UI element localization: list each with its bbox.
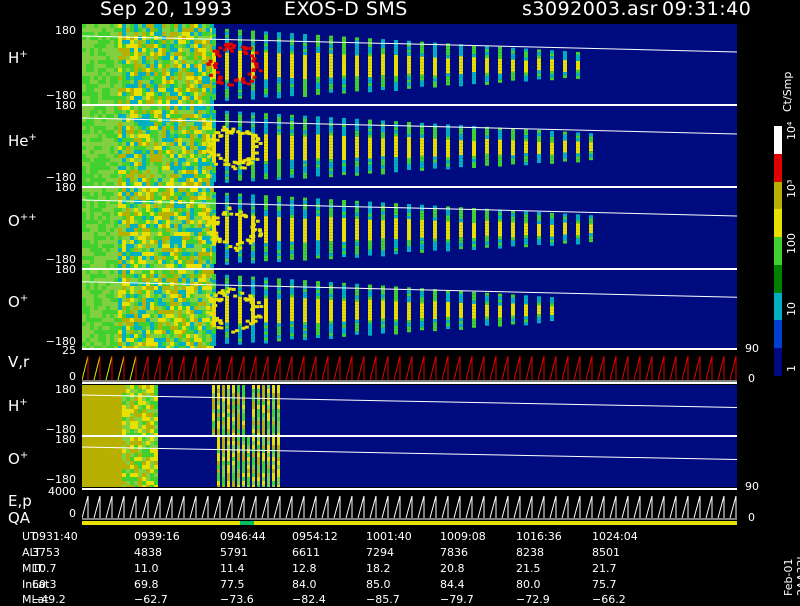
instrument-title: EXOS-D SMS [284, 0, 408, 19]
panel-label-qa: QA [8, 511, 30, 526]
table-cell: 6611 [292, 547, 320, 558]
table-cell: 60.3 [32, 579, 57, 590]
table-cell: 21.5 [516, 563, 541, 574]
table-cell: 0946:44 [220, 531, 266, 542]
panel-h-plus-pitch [82, 24, 737, 104]
vr-right-tick-top: 90 [745, 343, 759, 354]
colorbar-segment [774, 209, 782, 237]
panel-label-vr: V,r [8, 355, 29, 370]
colorbar [774, 126, 782, 376]
separator [82, 488, 737, 490]
ep-right-tick-bottom: 0 [748, 512, 755, 523]
table-cell: 84.4 [440, 579, 465, 590]
panel-vr [82, 352, 737, 382]
panel-label-h-plus: H+ [8, 50, 28, 66]
table-cell: 1016:36 [516, 531, 562, 542]
table-cell: 4838 [134, 547, 162, 558]
colorbar-segment [774, 154, 782, 182]
table-cell: 3753 [32, 547, 60, 558]
panel-o-plusplus-pitch [82, 188, 737, 268]
separator [82, 104, 737, 106]
panel-label-o-plus-low: O+ [8, 451, 28, 467]
qa-bar [82, 521, 737, 525]
table-cell: 80.0 [516, 579, 541, 590]
colorbar-unit: Ct/Smp [781, 72, 794, 112]
panel-label-o-plus: O+ [8, 294, 28, 310]
table-cell: 84.0 [292, 579, 317, 590]
colorbar-segment [774, 265, 782, 293]
table-cell: 18.2 [366, 563, 391, 574]
separator [82, 382, 737, 384]
colorbar-tick: 10⁴ [786, 122, 797, 140]
panel-he-plus-pitch [82, 106, 737, 186]
ytick-top: 4000 [36, 486, 76, 497]
table-cell: 69.8 [134, 579, 159, 590]
table-cell: 11.0 [134, 563, 159, 574]
table-cell: 85.0 [366, 579, 391, 590]
table-cell: 7294 [366, 547, 394, 558]
colorbar-tick: 10 [786, 302, 797, 316]
ytick-top: 25 [36, 345, 76, 356]
ytick-top: 180 [36, 434, 76, 445]
table-cell: 0939:16 [134, 531, 180, 542]
time-stamp: 09:31:40 [662, 0, 751, 19]
table-cell: 1009:08 [440, 531, 486, 542]
table-cell: 77.5 [220, 579, 245, 590]
panel-ep [82, 492, 737, 520]
table-cell: 75.7 [592, 579, 617, 590]
table-cell: 21.7 [592, 563, 617, 574]
panel-label-h-plus-low: H+ [8, 398, 28, 414]
panel-label-ep: E,p [8, 494, 32, 509]
ytick-top: 180 [36, 25, 76, 36]
table-cell: 1024:04 [592, 531, 638, 542]
ytick-bottom: 0 [36, 371, 76, 382]
table-cell: 8238 [516, 547, 544, 558]
panel-label-o-plusplus: O++ [8, 213, 37, 229]
table-cell: 1001:40 [366, 531, 412, 542]
date-title: Sep 20, 1993 [100, 0, 232, 19]
file-name: s3092003.asr [522, 0, 658, 19]
colorbar-segment [774, 182, 782, 210]
separator [82, 268, 737, 270]
ytick-top: 180 [36, 384, 76, 395]
separator [82, 186, 737, 188]
table-cell: 12.8 [292, 563, 317, 574]
colorbar-segment [774, 348, 782, 376]
ep-right-tick-top: 90 [745, 481, 759, 492]
table-cell: 11.4 [220, 563, 245, 574]
vr-right-tick-bottom: 0 [748, 373, 755, 384]
colorbar-segment [774, 237, 782, 265]
table-cell: 8501 [592, 547, 620, 558]
colorbar-segment [774, 126, 782, 154]
table-cell: 5791 [220, 547, 248, 558]
separator [82, 435, 737, 437]
colorbar-tick: 10³ [786, 180, 797, 198]
ytick-top: 180 [36, 182, 76, 193]
panel-h-plus-low [82, 385, 737, 435]
ytick-top: 180 [36, 100, 76, 111]
ytick-bottom: −180 [36, 474, 76, 485]
colorbar-segment [774, 320, 782, 348]
side-note: Feb-01 2AA32L [782, 554, 800, 596]
panel-label-he-plus: He+ [8, 133, 37, 149]
panel-o-plus-low [82, 437, 737, 487]
colorbar-tick: 1 [786, 365, 797, 372]
qa-bar-flag [240, 521, 254, 525]
table-cell: 0931:40 [32, 531, 78, 542]
ytick-top: 180 [36, 264, 76, 275]
ytick-bottom: 0 [36, 508, 76, 519]
colorbar-segment [774, 293, 782, 321]
panel-o-plus-pitch [82, 270, 737, 348]
colorbar-tick: 100 [786, 233, 797, 254]
table-cell: 10.7 [32, 563, 57, 574]
table-cell: 0954:12 [292, 531, 338, 542]
separator [82, 348, 737, 350]
table-cell: 20.8 [440, 563, 465, 574]
table-cell: 7836 [440, 547, 468, 558]
